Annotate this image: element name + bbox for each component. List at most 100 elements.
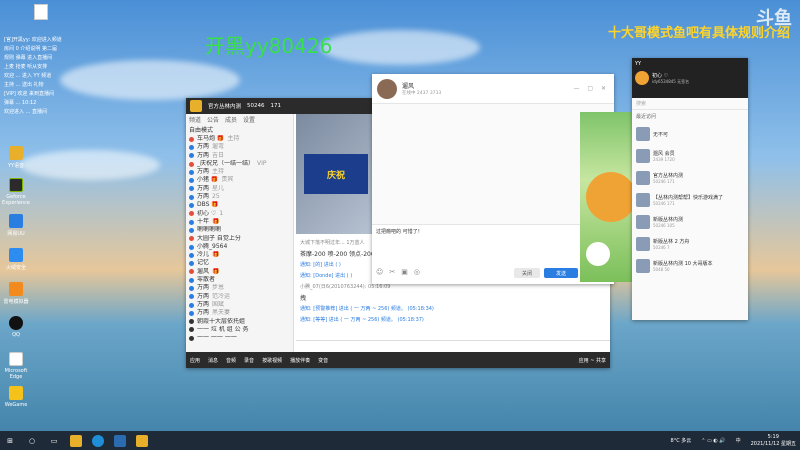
item-name: 新版丛林内测 10 大哥版本 [653, 261, 713, 267]
member-row[interactable]: 小腾_9564 [189, 243, 290, 251]
member-row[interactable]: 车马炮 🎁 主持 [189, 135, 290, 143]
list-item[interactable]: 【丛林内测帮帮】快乐游戏满了 50246 171 [632, 189, 748, 211]
file-icon[interactable] [34, 4, 48, 20]
member-row[interactable]: 万两 主持 [189, 168, 290, 176]
tray-icons[interactable]: ⌃ ▭ ◐ 🔊 [701, 438, 725, 444]
member-row[interactable]: 万两 黑夫妻 [189, 309, 290, 317]
douyu-logo: 斗鱼 [756, 8, 792, 29]
item-sub: 2439 1720 [653, 157, 675, 162]
item-name: 遛风 会员 [653, 151, 675, 157]
member-role: 星儿 [212, 184, 225, 192]
tab-notice[interactable]: 公告 [207, 115, 219, 124]
record-button[interactable]: 录音 [244, 357, 254, 364]
input-method[interactable]: 中 [736, 437, 741, 444]
desktop-icon-edge[interactable]: Microsoft Edge [0, 352, 34, 380]
list-item[interactable]: 无不可 [632, 123, 748, 145]
status-dot-icon [189, 285, 194, 291]
task-view-icon[interactable]: ▭ [48, 435, 60, 447]
yy-taskbar-icon[interactable] [70, 434, 82, 447]
window-controls[interactable]: — ▢ ✕ [573, 85, 609, 92]
windows-start-icon[interactable]: ⊞ [4, 435, 16, 447]
avatar[interactable] [635, 71, 649, 85]
folder-icon[interactable] [114, 434, 126, 447]
member-role: 吉日 [212, 151, 225, 159]
chat-line: 拽 [300, 295, 307, 302]
list-item[interactable]: 新版丛林内测 10 大哥版本 5048 50 [632, 255, 748, 277]
member-row[interactable]: 记忆 [189, 259, 290, 267]
member-row[interactable]: 万两 遛弯 [189, 143, 290, 151]
desktop-icon-geforce[interactable]: Geforce Experience [0, 178, 34, 206]
member-row[interactable]: 朝霞十大层依托姐 [189, 318, 290, 326]
member-row[interactable]: 喇喇喇喇 [189, 226, 290, 234]
edge-icon[interactable] [92, 434, 104, 447]
member-row[interactable]: 万两 范冷运 [189, 293, 290, 301]
message-button[interactable]: 消息 [208, 357, 218, 364]
list-item[interactable]: 新版丛林 2 方舟 50246 7 [632, 233, 748, 255]
tab-settings[interactable]: 设置 [243, 115, 255, 124]
member-list: 车马炮 🎁 主持 万两 遛弯 万两 吉日 _庆祝兄（一结一结） VIP 万两 主持 小猪 🎁 贵宾 万两… [186, 135, 293, 342]
member-row[interactable]: 一一 一一 一一 [189, 334, 290, 342]
member-name: 大圆子 自觉上分 [197, 234, 241, 242]
member-name: 万两 [197, 193, 210, 201]
avatar[interactable] [377, 78, 397, 99]
tab-members[interactable]: 成员 [225, 115, 237, 124]
image-icon[interactable]: ▣ [401, 268, 408, 276]
member-row[interactable]: 小猪 🎁 贵宾 [189, 176, 290, 184]
share-button[interactable]: 应用 ~ 共享 [579, 357, 606, 364]
shield-icon [9, 248, 23, 262]
avatar [636, 149, 650, 163]
member-row[interactable]: 初心 ♡ 1 [189, 210, 290, 218]
desktop-icon-wegame[interactable]: WeGame [0, 386, 34, 408]
cut-icon[interactable]: ✂ [389, 268, 395, 276]
member-row[interactable]: 万两 星儿 [189, 185, 290, 193]
member-row[interactable]: 万两 国斌 [189, 301, 290, 309]
desktop-icon-emulator[interactable]: 雷电模拟器 [0, 282, 34, 305]
desktop-icon-yy[interactable]: YY语音 [0, 146, 34, 169]
compose-text[interactable]: 过把瘾吧的 可惜了！ [376, 228, 610, 235]
member-row[interactable]: 万两 步恩 [189, 284, 290, 292]
yy-taskbar-icon[interactable] [136, 434, 148, 447]
member-name: 一一 一一 一一 [197, 334, 237, 342]
desktop-icon-uu[interactable]: 网易UU [0, 214, 34, 237]
desktop-icon-huorong[interactable]: 火绒安全 [0, 248, 34, 271]
member-row[interactable]: _庆祝兄（一结一结） VIP [189, 160, 290, 168]
video-button[interactable]: 按歌视频 [262, 357, 282, 364]
list-item[interactable]: 遛风 会员 2439 1720 [632, 145, 748, 167]
audio-button[interactable]: 音频 [226, 357, 236, 364]
member-row[interactable]: 十年 🎁 [189, 218, 290, 226]
desktop-icon-qq[interactable]: QQ [0, 316, 34, 338]
status-dot-icon [189, 244, 194, 250]
app-button[interactable]: 应用 [190, 357, 200, 364]
close-button[interactable]: 关闭 [514, 268, 540, 278]
member-row[interactable]: 万两 25 [189, 193, 290, 201]
shake-icon[interactable]: ◎ [414, 268, 420, 276]
cloud [320, 30, 480, 65]
member-row[interactable]: 大圆子 自觉上分 [189, 235, 290, 243]
weather[interactable]: 8°C 多云 [671, 437, 692, 444]
status-dot-icon [189, 236, 194, 242]
member-name: 记忆 [197, 259, 210, 267]
member-row[interactable]: 零散者 [189, 276, 290, 284]
member-row[interactable]: 冷儿 🎁 [189, 251, 290, 259]
item-name: 官方丛林内测 [653, 173, 684, 179]
status-dot-icon [189, 327, 194, 333]
list-item[interactable]: 官方丛林内测 50246 171 [632, 167, 748, 189]
member-row[interactable]: DBS 🎁 [189, 201, 290, 209]
search-input[interactable]: 搜索 [632, 98, 748, 110]
send-button[interactable]: 发送 [544, 268, 578, 278]
voice-change-button[interactable]: 变音 [318, 357, 328, 364]
side-list: 无不可 遛风 会员 2439 1720 官方丛林内测 50246 171 【丛林内测帮帮】… [632, 123, 748, 277]
member-row[interactable]: 一一 垃 机 组 公 务 [189, 326, 290, 334]
log-line: 房间 0 介绍说明 第二届 [4, 46, 57, 52]
emoji-icon[interactable]: ☺ [376, 268, 383, 276]
status-dot-icon [189, 211, 194, 217]
clock[interactable]: 5:19 2021/11/12 星期五 [751, 434, 796, 448]
member-row[interactable]: 遛风 🎁 [189, 268, 290, 276]
search-icon[interactable]: ○ [26, 435, 38, 447]
music-button[interactable]: 播放伴奏 [290, 357, 310, 364]
member-row[interactable]: 万两 吉日 [189, 152, 290, 160]
chat-input[interactable] [296, 340, 610, 352]
list-item[interactable]: 新版丛林内测 50246 105 [632, 211, 748, 233]
chat-header: 遛风 在线中 2437 3733 — ▢ ✕ [372, 74, 614, 104]
tab-channel[interactable]: 频道 [189, 115, 201, 124]
